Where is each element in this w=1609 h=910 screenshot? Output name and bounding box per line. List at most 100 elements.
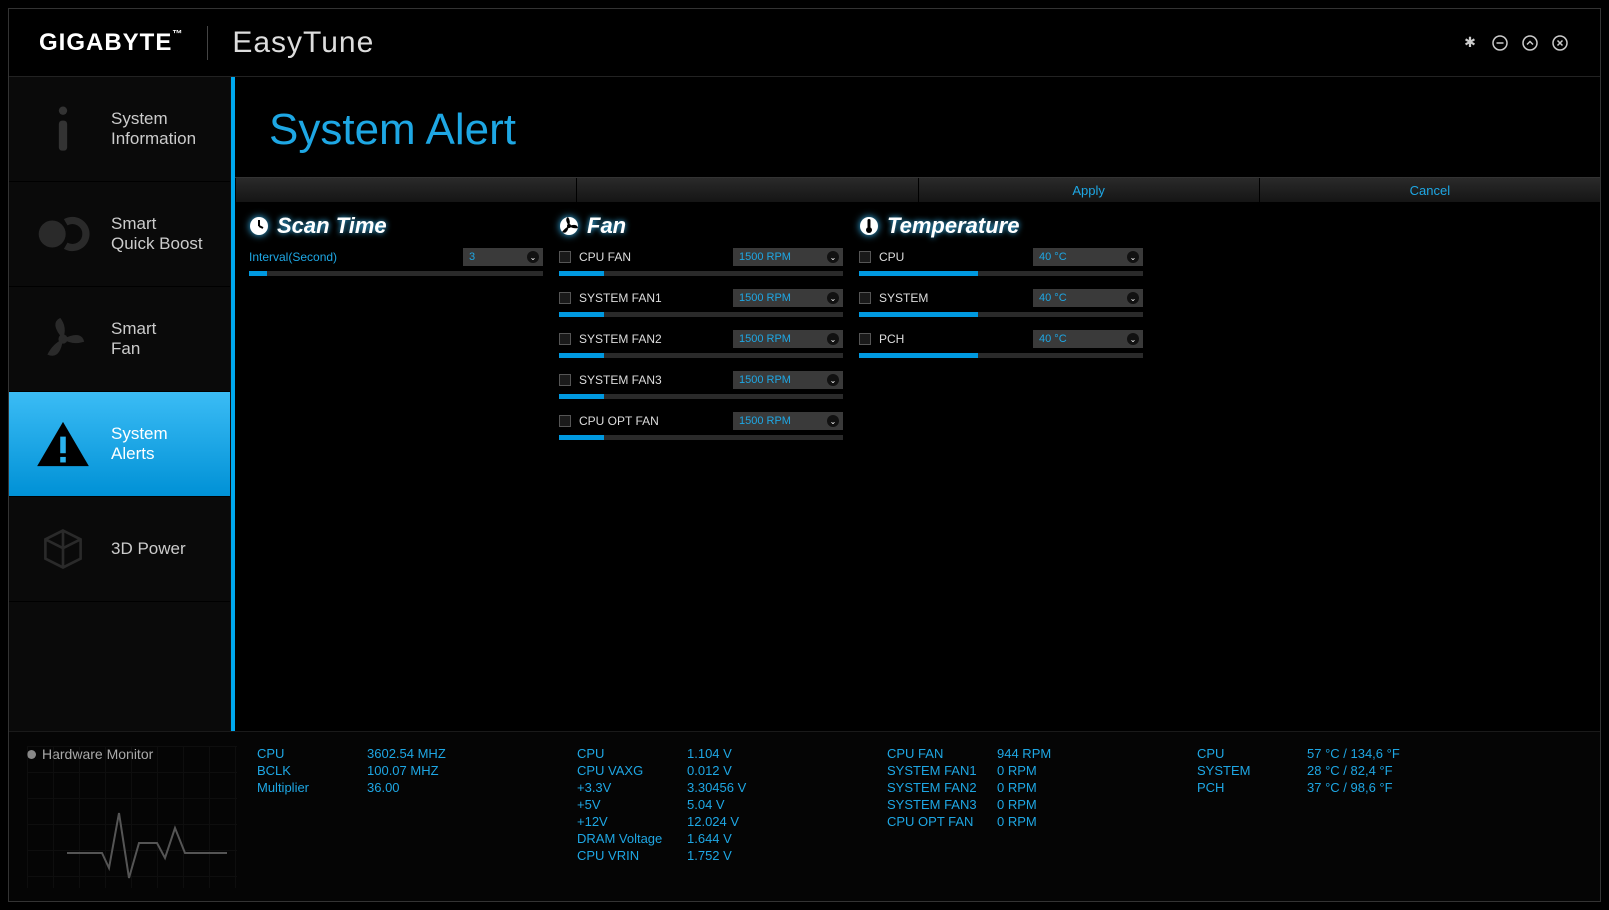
slider-fill: [859, 312, 978, 317]
stat-value: 3602.54 MHZ: [367, 746, 446, 761]
sidebar-item-3dpower[interactable]: 3D Power: [9, 497, 230, 602]
window-controls: ✱: [1460, 33, 1570, 53]
stat-key: SYSTEM FAN3: [887, 797, 983, 812]
fan-row: SYSTEM FAN2 1500 RPM⌄: [559, 327, 843, 358]
sidebar-item-sysinfo[interactable]: System Information: [9, 77, 230, 182]
stat-row: Multiplier36.00: [257, 780, 557, 795]
fan-select[interactable]: 1500 RPM⌄: [733, 289, 843, 307]
panel-head-fan: Fan: [559, 213, 843, 239]
temp-slider[interactable]: [859, 353, 1143, 358]
stat-key: CPU FAN: [887, 746, 983, 761]
stat-row: +12V12.024 V: [577, 814, 867, 829]
app-body: System Information Smart Quick Boost Sma…: [9, 77, 1600, 731]
apply-button[interactable]: Apply: [918, 178, 1259, 202]
chevron-down-icon: ⌄: [527, 251, 539, 263]
stat-key: Multiplier: [257, 780, 353, 795]
stat-key: PCH: [1197, 780, 1293, 795]
stat-key: SYSTEM FAN2: [887, 780, 983, 795]
thermometer-icon: [859, 216, 879, 236]
temp-checkbox[interactable]: [859, 292, 871, 304]
temp-select[interactable]: 40 °C⌄: [1033, 289, 1143, 307]
temp-slider[interactable]: [859, 312, 1143, 317]
sidebar-item-alerts[interactable]: System Alerts: [9, 392, 230, 497]
stat-row: CPU 1.104 V: [577, 746, 867, 761]
stat-row: SYSTEM28 °C / 82,4 °F: [1197, 763, 1447, 778]
chevron-down-icon: ⌄: [1127, 251, 1139, 263]
stat-value: 944 RPM: [997, 746, 1051, 761]
stat-key: BCLK: [257, 763, 353, 778]
temp-checkbox[interactable]: [859, 333, 871, 345]
fan-slider[interactable]: [559, 435, 843, 440]
stats-fans: CPU FAN944 RPMSYSTEM FAN10 RPMSYSTEM FAN…: [887, 746, 1177, 893]
fan-label: SYSTEM FAN2: [579, 332, 725, 346]
stat-row: CPU VAXG0.012 V: [577, 763, 867, 778]
interval-select[interactable]: 3⌄: [463, 248, 543, 266]
chevron-down-icon: ⌄: [827, 333, 839, 345]
temp-checkbox[interactable]: [859, 251, 871, 263]
temp-row: PCH 40 °C⌄: [859, 327, 1143, 358]
stats-clock: CPU3602.54 MHZBCLK100.07 MHZMultiplier36…: [257, 746, 557, 893]
brand-separator: [207, 26, 208, 60]
app-name: EasyTune: [232, 26, 374, 60]
chevron-down-icon: ⌄: [827, 251, 839, 263]
sidebar-item-smartfan[interactable]: Smart Fan: [9, 287, 230, 392]
stat-value: 0 RPM: [997, 763, 1037, 778]
fan-row: SYSTEM FAN31500 RPM⌄: [559, 368, 843, 399]
panel-temperature: Temperature CPU40 °C⌄SYSTEM40 °C⌄PCH40 °…: [851, 207, 1151, 725]
hardware-monitor[interactable]: Hardware Monitor: [27, 746, 237, 888]
fan-label: CPU FAN: [579, 250, 725, 264]
maximize-button[interactable]: [1520, 33, 1540, 53]
chevron-down-icon: ⌄: [827, 415, 839, 427]
slider-fill: [559, 312, 604, 317]
stat-value: 1.104 V: [687, 746, 732, 761]
temp-label: SYSTEM: [879, 291, 1025, 305]
fan-select[interactable]: 1500 RPM⌄: [733, 330, 843, 348]
clock-icon: [249, 216, 269, 236]
slider-fill: [559, 435, 604, 440]
chevron-down-icon: ⌄: [827, 292, 839, 304]
panel-head-temp: Temperature: [859, 213, 1143, 239]
fan-select[interactable]: 1500 RPM⌄: [733, 412, 843, 430]
close-button[interactable]: [1550, 33, 1570, 53]
fan-row: SYSTEM FAN11500 RPM⌄: [559, 286, 843, 317]
stat-key: CPU: [1197, 746, 1293, 761]
titlebar: GIGABYTE™ EasyTune ✱: [9, 9, 1600, 77]
sidebar-item-label: 3D Power: [111, 539, 186, 559]
boost-icon: [33, 204, 93, 264]
fan-slider[interactable]: [559, 353, 843, 358]
main-content: System Alert Apply Cancel Scan Time Inte…: [231, 77, 1600, 731]
fan-select[interactable]: 1500 RPM⌄: [733, 371, 843, 389]
stat-key: CPU: [577, 746, 673, 761]
fan-checkbox[interactable]: [559, 251, 571, 263]
stat-value: 0 RPM: [997, 780, 1037, 795]
fan-checkbox[interactable]: [559, 415, 571, 427]
fan-checkbox[interactable]: [559, 333, 571, 345]
temp-select[interactable]: 40 °C⌄: [1033, 330, 1143, 348]
fan-checkbox[interactable]: [559, 292, 571, 304]
slider-fill: [559, 271, 604, 276]
panel-scan-time: Scan Time Interval(Second) 3⌄: [241, 207, 551, 725]
chevron-down-icon: ⌄: [1127, 333, 1139, 345]
cancel-button[interactable]: Cancel: [1259, 178, 1600, 202]
sidebar: System Information Smart Quick Boost Sma…: [9, 77, 231, 731]
settings-button[interactable]: ✱: [1460, 33, 1480, 53]
slider-fill: [859, 271, 978, 276]
fan-select[interactable]: 1500 RPM⌄: [733, 248, 843, 266]
close-icon: [1552, 35, 1568, 51]
stat-value: 28 °C / 82,4 °F: [1307, 763, 1393, 778]
fan-slider[interactable]: [559, 394, 843, 399]
fan-slider[interactable]: [559, 271, 843, 276]
interval-slider[interactable]: [249, 271, 543, 276]
panel-head-scan: Scan Time: [249, 213, 543, 239]
page-title: System Alert: [235, 77, 1600, 177]
sidebar-item-quickboost[interactable]: Smart Quick Boost: [9, 182, 230, 287]
fan-row: CPU FAN 1500 RPM⌄: [559, 245, 843, 276]
temp-select[interactable]: 40 °C⌄: [1033, 248, 1143, 266]
slider-fill: [859, 353, 978, 358]
fan-slider[interactable]: [559, 312, 843, 317]
temp-label: PCH: [879, 332, 1025, 346]
fan-checkbox[interactable]: [559, 374, 571, 386]
minimize-button[interactable]: [1490, 33, 1510, 53]
temp-slider[interactable]: [859, 271, 1143, 276]
fan-icon: [33, 309, 93, 369]
